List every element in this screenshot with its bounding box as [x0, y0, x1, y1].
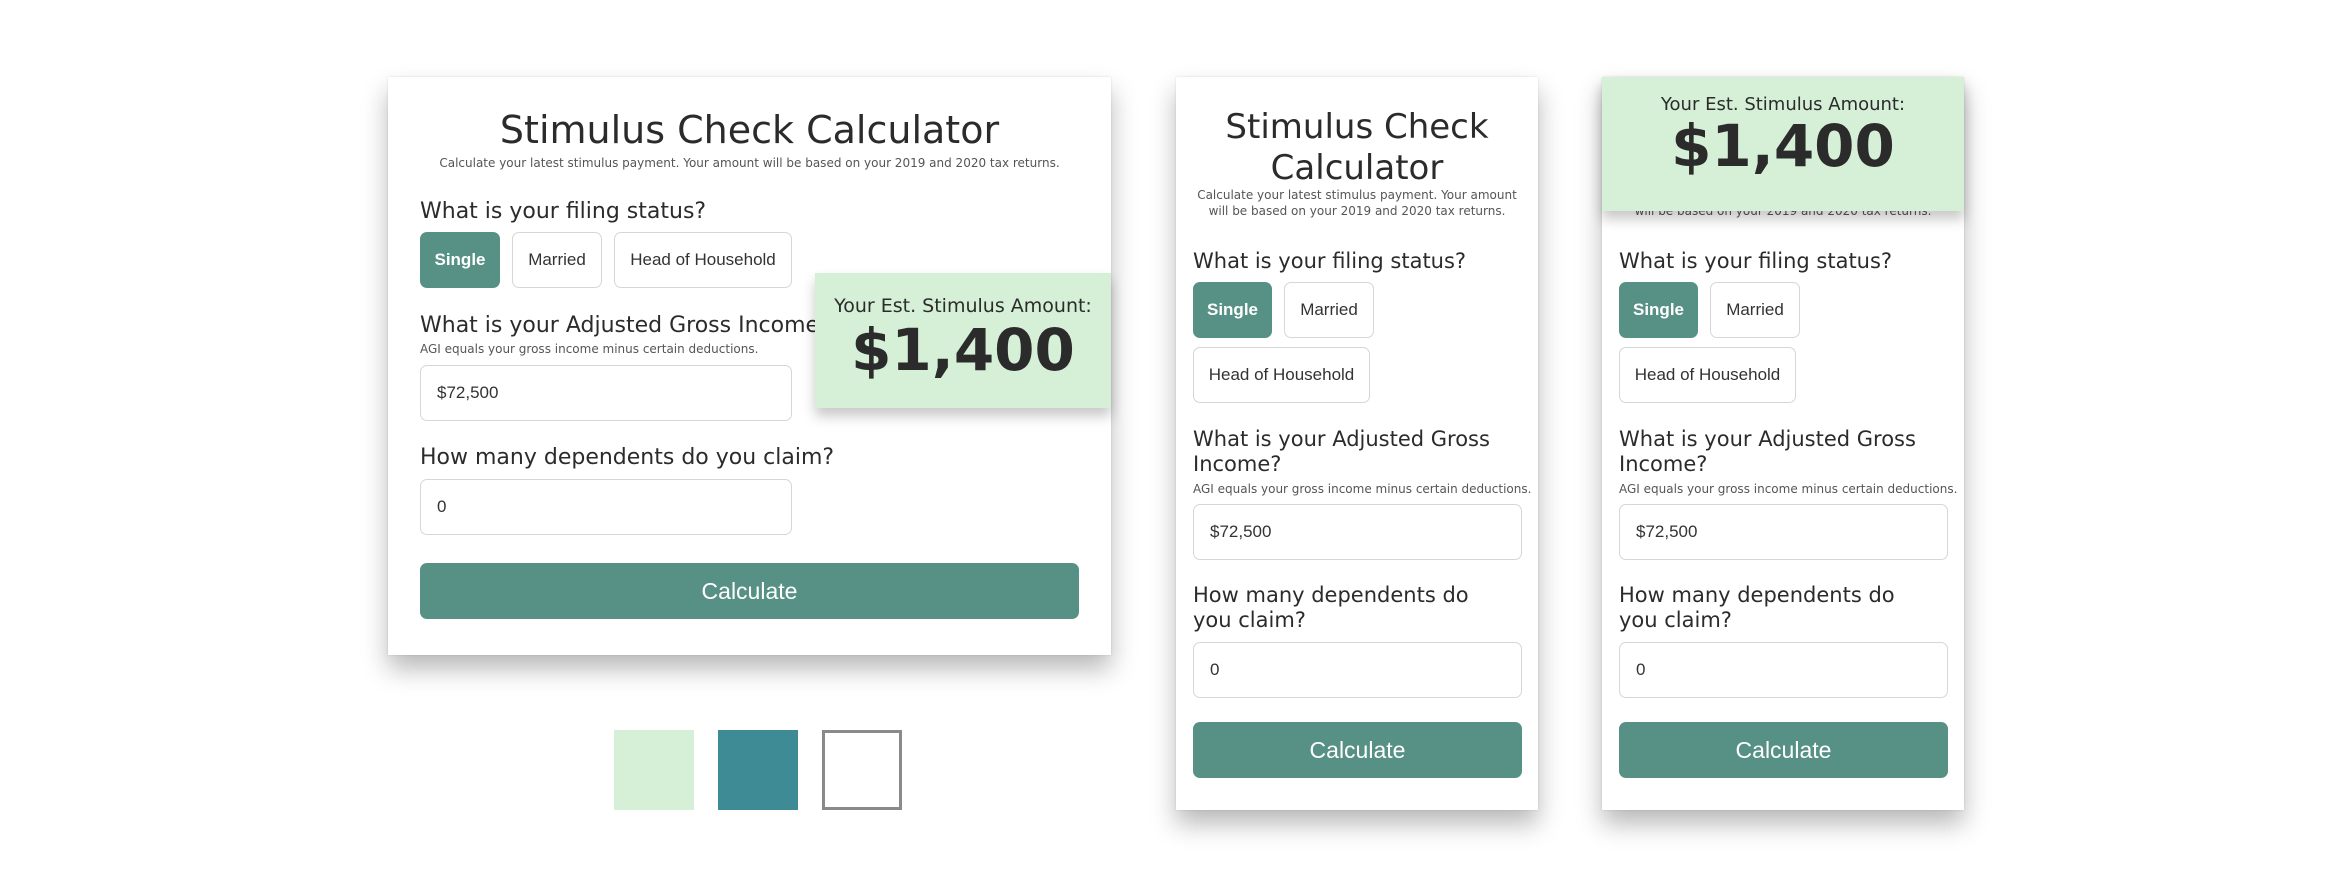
- filing-status-question: What is your filing status?: [1619, 249, 1893, 273]
- filing-option-head-of-household[interactable]: Head of Household: [1193, 347, 1370, 403]
- agi-helper-text: AGI equals your gross income minus certa…: [1619, 482, 1958, 496]
- dependents-question: How many dependents do you claim?: [420, 445, 835, 470]
- agi-input[interactable]: $72,500: [1193, 504, 1522, 560]
- dependents-input[interactable]: 0: [420, 479, 792, 535]
- dependents-question: How many dependents do you claim?: [1193, 583, 1469, 633]
- result-panel: Your Est. Stimulus Amount: $1,400: [815, 273, 1111, 408]
- swatch-light-green: [614, 730, 694, 810]
- agi-question: What is your Adjusted Gross Income?: [1193, 427, 1490, 477]
- filing-status-question: What is your filing status?: [1193, 249, 1467, 273]
- result-amount: $1,400: [1671, 112, 1895, 180]
- calculate-button[interactable]: Calculate: [1619, 722, 1948, 778]
- dependents-input[interactable]: 0: [1619, 642, 1948, 698]
- result-label: Your Est. Stimulus Amount:: [834, 295, 1092, 317]
- agi-helper-text: AGI equals your gross income minus certa…: [1193, 482, 1532, 496]
- page-title: Stimulus Check Calculator: [499, 108, 1000, 152]
- dependents-input[interactable]: 0: [1193, 642, 1522, 698]
- mobile-result-card: Calculate your latest stimulus payment. …: [1602, 77, 1964, 810]
- agi-helper-text: AGI equals your gross income minus certa…: [420, 342, 759, 356]
- filing-option-head-of-household[interactable]: Head of Household: [1619, 347, 1796, 403]
- result-panel: Your Est. Stimulus Amount: $1,400: [1602, 77, 1964, 211]
- agi-question: What is your Adjusted Gross Income?: [1619, 427, 1916, 477]
- agi-input[interactable]: $72,500: [420, 365, 792, 421]
- mobile-calculator-card: Stimulus Check Calculator Calculate your…: [1176, 77, 1538, 810]
- swatch-teal: [718, 730, 798, 810]
- desktop-calculator-card: Stimulus Check Calculator Calculate your…: [388, 77, 1111, 655]
- filing-status-question: What is your filing status?: [420, 199, 707, 224]
- page-subtitle: Calculate your latest stimulus payment. …: [439, 156, 1060, 170]
- filing-option-married[interactable]: Married: [1284, 282, 1374, 338]
- swatch-white: [822, 730, 902, 810]
- page-title: Stimulus Check Calculator: [1225, 107, 1489, 188]
- filing-option-single[interactable]: Single: [1193, 282, 1272, 338]
- calculate-button[interactable]: Calculate: [420, 563, 1079, 619]
- calculate-button[interactable]: Calculate: [1193, 722, 1522, 778]
- filing-option-married[interactable]: Married: [1710, 282, 1800, 338]
- agi-question: What is your Adjusted Gross Income?: [420, 313, 831, 338]
- filing-option-married[interactable]: Married: [512, 232, 602, 288]
- filing-option-single[interactable]: Single: [420, 232, 500, 288]
- filing-option-single[interactable]: Single: [1619, 282, 1698, 338]
- page-subtitle: Calculate your latest stimulus payment. …: [1197, 188, 1517, 219]
- result-amount: $1,400: [851, 316, 1075, 384]
- filing-option-head-of-household[interactable]: Head of Household: [614, 232, 792, 288]
- dependents-question: How many dependents do you claim?: [1619, 583, 1895, 633]
- agi-input[interactable]: $72,500: [1619, 504, 1948, 560]
